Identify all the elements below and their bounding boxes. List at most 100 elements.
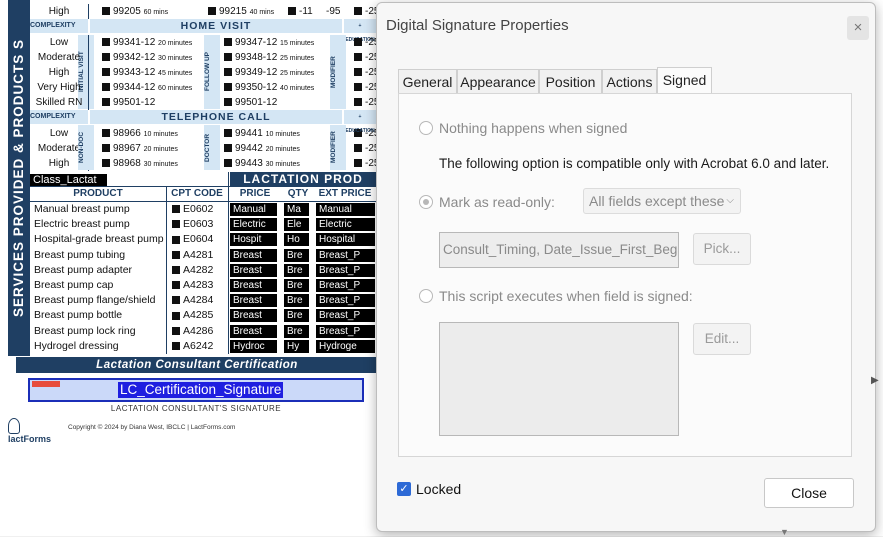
checkbox-icon[interactable] [172, 235, 180, 244]
qty-field[interactable]: Bre [284, 309, 309, 323]
price-field[interactable]: Breast [230, 309, 277, 323]
checkbox-icon[interactable] [172, 281, 180, 290]
checkbox-icon[interactable] [172, 220, 180, 229]
checkbox-icon[interactable] [224, 38, 232, 47]
read-only-fields-select[interactable]: All fields except these ⌵ [583, 188, 741, 214]
ext-price-field[interactable]: Hospital [316, 233, 375, 247]
price-field[interactable]: Hydroc [230, 339, 277, 353]
ext-price-field[interactable]: Breast_P [316, 248, 375, 262]
checkbox-icon[interactable] [354, 98, 362, 107]
signature-field[interactable]: LC_Certification_Signature [28, 378, 364, 402]
checkbox-icon[interactable] [102, 7, 110, 16]
qty-field[interactable]: Bre [284, 294, 309, 308]
checkbox-icon[interactable] [224, 83, 232, 92]
cpt-code-field[interactable]: A4281 [172, 248, 230, 263]
price-field[interactable]: Breast [230, 324, 277, 338]
code-field[interactable]: 99443 30 minutes [222, 156, 330, 171]
tab-appearance[interactable]: Appearance [457, 69, 539, 93]
ext-price-field[interactable]: Electric [316, 218, 375, 232]
price-field[interactable]: Breast [230, 294, 277, 308]
code-field[interactable]: 99501-12 [100, 95, 208, 110]
code-field[interactable]: 99341-12 20 minutes [100, 35, 208, 50]
ext-price-field[interactable]: Hydroge [316, 339, 375, 353]
checkbox-icon[interactable] [288, 7, 296, 16]
locked-checkbox[interactable]: ✓ [397, 482, 411, 496]
pick-button[interactable]: Pick... [693, 233, 751, 265]
checkbox-icon[interactable] [102, 144, 110, 153]
edit-button[interactable]: Edit... [693, 323, 751, 355]
qty-field[interactable]: Bre [284, 324, 309, 338]
ext-price-field[interactable]: Breast_P [316, 263, 375, 277]
checkbox-icon[interactable] [172, 296, 180, 305]
cpt-code-field[interactable]: A4282 [172, 263, 230, 278]
checkbox-icon[interactable] [354, 53, 362, 62]
cpt-code-field[interactable]: A4284 [172, 293, 230, 308]
price-field[interactable]: Breast [230, 279, 277, 292]
close-button[interactable]: Close [764, 478, 854, 508]
checkbox-icon[interactable] [172, 266, 180, 275]
qty-field[interactable]: Ele [284, 218, 309, 232]
checkbox-icon[interactable] [354, 68, 362, 77]
cpt-code-field[interactable]: A4283 [172, 278, 230, 293]
checkbox-icon[interactable] [102, 83, 110, 92]
cpt-code-field[interactable]: E0602 [172, 202, 230, 217]
checkbox-icon[interactable] [172, 250, 180, 259]
chevron-right-icon[interactable]: ▶ [871, 375, 879, 386]
checkbox-icon[interactable] [102, 68, 110, 77]
checkbox-icon[interactable] [224, 68, 232, 77]
checkbox-icon[interactable] [224, 159, 232, 168]
code-field[interactable]: 98966 10 minutes [100, 126, 208, 141]
checkbox-icon[interactable] [102, 159, 110, 168]
code-field[interactable]: 98967 20 minutes [100, 141, 208, 156]
checkbox-icon[interactable] [224, 53, 232, 62]
tab-signed[interactable]: Signed [657, 67, 712, 94]
class-lactation-field[interactable]: Class_Lactat [30, 174, 107, 186]
price-field[interactable]: Hospit [230, 233, 277, 247]
qty-field[interactable]: Bre [284, 263, 309, 277]
radio-nothing-happens[interactable] [419, 121, 433, 135]
modifier-field[interactable]: -11 [286, 4, 320, 19]
checkbox-icon[interactable] [224, 129, 232, 138]
code-field[interactable]: 99348-12 25 minutes [222, 50, 330, 65]
code-field[interactable]: 99342-12 30 minutes [100, 50, 208, 65]
tab-general[interactable]: General [398, 69, 457, 93]
checkbox-icon[interactable] [224, 144, 232, 153]
code-field[interactable]: 99442 20 minutes [222, 141, 330, 156]
checkbox-icon[interactable] [102, 53, 110, 62]
price-field[interactable]: Manual [230, 203, 277, 216]
checkbox-icon[interactable] [354, 83, 362, 92]
tab-actions[interactable]: Actions [602, 69, 657, 93]
radio-mark-read-only[interactable] [419, 195, 433, 209]
code-field[interactable]: 99343-12 45 minutes [100, 65, 208, 80]
checkbox-icon[interactable] [354, 144, 362, 153]
ext-price-field[interactable]: Breast_P [316, 324, 375, 338]
checkbox-icon[interactable] [172, 311, 180, 320]
code-field[interactable]: 99344-12 60 minutes [100, 80, 208, 95]
radio-script-executes[interactable] [419, 289, 433, 303]
code-field[interactable]: 99347-12 15 minutes [222, 35, 330, 50]
checkbox-icon[interactable] [102, 98, 110, 107]
price-field[interactable]: Electric [230, 218, 277, 232]
price-field[interactable]: Breast [230, 263, 277, 277]
checkbox-icon[interactable] [354, 159, 362, 168]
qty-field[interactable]: Hy [284, 339, 309, 353]
tab-position[interactable]: Position [539, 69, 602, 93]
checkbox-icon[interactable] [208, 7, 216, 16]
ext-price-field[interactable]: Breast_P [316, 309, 375, 323]
checkbox-icon[interactable] [172, 326, 180, 335]
checkbox-icon[interactable] [172, 342, 180, 351]
price-field[interactable]: Breast [230, 248, 277, 262]
checkbox-icon[interactable] [172, 205, 180, 214]
cpt-code-field[interactable]: A6242 [172, 339, 230, 354]
checkbox-icon[interactable] [224, 98, 232, 107]
checkbox-icon[interactable] [354, 7, 362, 16]
code-field[interactable]: 99350-12 40 minutes [222, 80, 330, 95]
code-field[interactable]: 99349-12 25 minutes [222, 65, 330, 80]
cpt-code-field[interactable]: E0604 [172, 232, 230, 247]
qty-field[interactable]: Ho [284, 233, 309, 247]
code-field[interactable]: 99205 60 mins [100, 4, 202, 19]
cpt-code-field[interactable]: A4286 [172, 324, 230, 339]
ext-price-field[interactable]: Breast_P [316, 279, 375, 292]
ext-price-field[interactable]: Breast_P [316, 294, 375, 308]
ext-price-field[interactable]: Manual [316, 203, 375, 216]
